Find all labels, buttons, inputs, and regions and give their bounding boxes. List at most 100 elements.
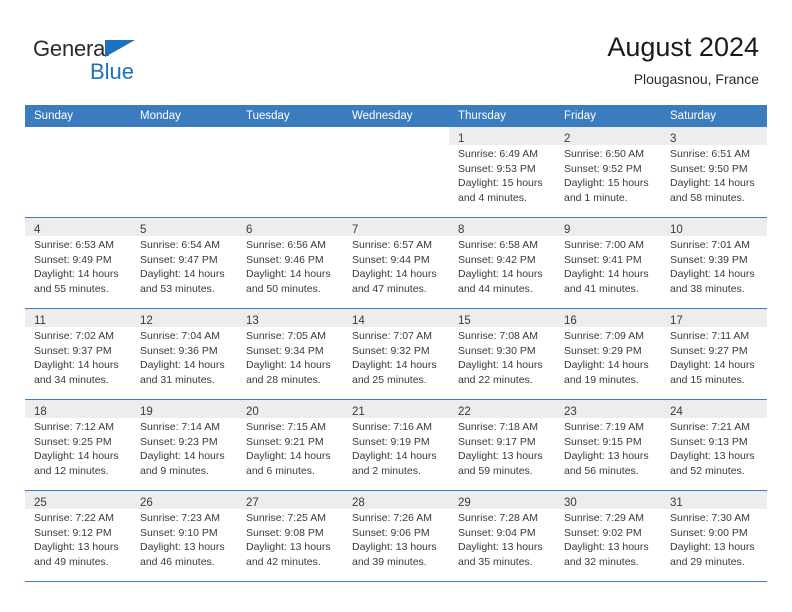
- calendar-day-cell[interactable]: 17 Sunrise: 7:11 AM Sunset: 9:27 PM Dayligh…: [661, 308, 767, 400]
- weekday-header-sunday: Sunday: [25, 105, 131, 127]
- calendar-day-cell[interactable]: 18 Sunrise: 7:12 AM Sunset: 9:25 PM Dayligh…: [25, 399, 131, 491]
- calendar-day-cell[interactable]: 20 Sunrise: 7:15 AM Sunset: 9:21 PM Dayligh…: [237, 399, 343, 491]
- day-number: 1: [458, 133, 465, 145]
- calendar-day-cell[interactable]: 31 Sunrise: 7:30 AM Sunset: 9:00 PM Dayligh…: [661, 490, 767, 582]
- day-number: 28: [352, 497, 365, 509]
- daylight-text-line2: and 25 minutes.: [352, 373, 427, 386]
- day-number-bar: 3: [661, 127, 767, 145]
- calendar-day-cell[interactable]: 24 Sunrise: 7:21 AM Sunset: 9:13 PM Dayligh…: [661, 399, 767, 491]
- daylight-text-line2: and 4 minutes.: [458, 191, 527, 204]
- sunset-text: Sunset: 9:25 PM: [34, 435, 112, 448]
- day-number: 4: [34, 224, 41, 236]
- calendar-day-cell[interactable]: 11 Sunrise: 7:02 AM Sunset: 9:37 PM Dayligh…: [25, 308, 131, 400]
- sunset-text: Sunset: 9:04 PM: [458, 526, 536, 539]
- day-number: 8: [458, 224, 465, 236]
- daylight-text-line2: and 52 minutes.: [670, 464, 745, 477]
- calendar-day-cell[interactable]: 26 Sunrise: 7:23 AM Sunset: 9:10 PM Dayligh…: [131, 490, 237, 582]
- day-number-bar: 21: [343, 400, 449, 418]
- day-number-bar: 9: [555, 218, 661, 236]
- daylight-text-line1: Daylight: 13 hours: [34, 541, 119, 553]
- calendar-cell-empty: [237, 127, 343, 218]
- calendar-day-cell[interactable]: 6 Sunrise: 6:56 AM Sunset: 9:46 PM Daylight…: [237, 217, 343, 309]
- calendar-day-cell[interactable]: 29 Sunrise: 7:28 AM Sunset: 9:04 PM Dayligh…: [449, 490, 555, 582]
- calendar-day-cell[interactable]: 15 Sunrise: 7:08 AM Sunset: 9:30 PM Dayligh…: [449, 308, 555, 400]
- daylight-text-line2: and 31 minutes.: [140, 373, 215, 386]
- day-number-bar: 26: [131, 491, 237, 509]
- calendar-day-cell[interactable]: 23 Sunrise: 7:19 AM Sunset: 9:15 PM Dayligh…: [555, 399, 661, 491]
- sunrise-text: Sunrise: 7:00 AM: [564, 239, 644, 251]
- day-number-bar: 25: [25, 491, 131, 509]
- sunset-text: Sunset: 9:34 PM: [246, 344, 324, 357]
- calendar-day-cell[interactable]: 12 Sunrise: 7:04 AM Sunset: 9:36 PM Dayligh…: [131, 308, 237, 400]
- calendar-cell-inner: 19 Sunrise: 7:14 AM Sunset: 9:23 PM Dayligh…: [131, 400, 237, 490]
- sunset-text: Sunset: 9:23 PM: [140, 435, 218, 448]
- day-number-bar: 22: [449, 400, 555, 418]
- calendar-day-cell[interactable]: 4 Sunrise: 6:53 AM Sunset: 9:49 PM Daylight…: [25, 217, 131, 309]
- weekday-header-saturday: Saturday: [661, 105, 767, 127]
- daylight-text-line1: Daylight: 13 hours: [564, 541, 649, 553]
- daylight-text-line2: and 15 minutes.: [670, 373, 745, 386]
- sunrise-text: Sunrise: 6:49 AM: [458, 148, 538, 160]
- calendar-cell-inner: 20 Sunrise: 7:15 AM Sunset: 9:21 PM Dayligh…: [237, 400, 343, 490]
- day-detail-lines: Sunrise: 6:54 AM Sunset: 9:47 PM Daylight:…: [131, 236, 237, 296]
- sunset-text: Sunset: 9:19 PM: [352, 435, 430, 448]
- daylight-text-line2: and 46 minutes.: [140, 555, 215, 568]
- calendar-day-cell[interactable]: 27 Sunrise: 7:25 AM Sunset: 9:08 PM Dayligh…: [237, 490, 343, 582]
- calendar-day-cell[interactable]: 13 Sunrise: 7:05 AM Sunset: 9:34 PM Dayligh…: [237, 308, 343, 400]
- daylight-text-line1: Daylight: 14 hours: [352, 268, 437, 280]
- day-detail-lines: Sunrise: 7:11 AM Sunset: 9:27 PM Daylight:…: [661, 327, 767, 387]
- sunset-text: Sunset: 9:46 PM: [246, 253, 324, 266]
- calendar-day-cell[interactable]: 14 Sunrise: 7:07 AM Sunset: 9:32 PM Dayligh…: [343, 308, 449, 400]
- brand-logo[interactable]: General Blue: [33, 36, 283, 86]
- daylight-text-line1: Daylight: 13 hours: [352, 541, 437, 553]
- calendar-day-cell[interactable]: 28 Sunrise: 7:26 AM Sunset: 9:06 PM Dayligh…: [343, 490, 449, 582]
- day-number-bar: 14: [343, 309, 449, 327]
- sunrise-text: Sunrise: 6:58 AM: [458, 239, 538, 251]
- daylight-text-line1: Daylight: 14 hours: [670, 177, 755, 189]
- daylight-text-line1: Daylight: 13 hours: [670, 541, 755, 553]
- sunset-text: Sunset: 9:42 PM: [458, 253, 536, 266]
- calendar-cell-inner: 5 Sunrise: 6:54 AM Sunset: 9:47 PM Daylight…: [131, 218, 237, 308]
- day-detail-lines: Sunrise: 7:25 AM Sunset: 9:08 PM Daylight:…: [237, 509, 343, 569]
- daylight-text-line1: Daylight: 14 hours: [34, 450, 119, 462]
- day-detail-lines: Sunrise: 6:58 AM Sunset: 9:42 PM Daylight:…: [449, 236, 555, 296]
- calendar-day-cell[interactable]: 16 Sunrise: 7:09 AM Sunset: 9:29 PM Dayligh…: [555, 308, 661, 400]
- calendar-day-cell[interactable]: 2 Sunrise: 6:50 AM Sunset: 9:52 PM Daylight…: [555, 127, 661, 218]
- sunset-text: Sunset: 9:29 PM: [564, 344, 642, 357]
- calendar-day-cell[interactable]: 22 Sunrise: 7:18 AM Sunset: 9:17 PM Dayligh…: [449, 399, 555, 491]
- calendar-week-row: 1 Sunrise: 6:49 AM Sunset: 9:53 PM Daylight…: [25, 127, 767, 218]
- calendar-day-cell[interactable]: 19 Sunrise: 7:14 AM Sunset: 9:23 PM Dayligh…: [131, 399, 237, 491]
- sunset-text: Sunset: 9:15 PM: [564, 435, 642, 448]
- calendar-cell-inner: [343, 127, 449, 217]
- calendar-day-cell[interactable]: 9 Sunrise: 7:00 AM Sunset: 9:41 PM Daylight…: [555, 217, 661, 309]
- calendar-day-cell[interactable]: 5 Sunrise: 6:54 AM Sunset: 9:47 PM Daylight…: [131, 217, 237, 309]
- calendar-day-cell[interactable]: 8 Sunrise: 6:58 AM Sunset: 9:42 PM Daylight…: [449, 217, 555, 309]
- calendar-cell-inner: 9 Sunrise: 7:00 AM Sunset: 9:41 PM Daylight…: [555, 218, 661, 308]
- calendar-day-cell[interactable]: 10 Sunrise: 7:01 AM Sunset: 9:39 PM Dayligh…: [661, 217, 767, 309]
- sunrise-text: Sunrise: 7:02 AM: [34, 330, 114, 342]
- day-detail-lines: Sunrise: 7:01 AM Sunset: 9:39 PM Daylight:…: [661, 236, 767, 296]
- daylight-text-line1: Daylight: 14 hours: [352, 359, 437, 371]
- calendar-day-cell[interactable]: 1 Sunrise: 6:49 AM Sunset: 9:53 PM Daylight…: [449, 127, 555, 218]
- calendar-cell-inner: 12 Sunrise: 7:04 AM Sunset: 9:36 PM Dayligh…: [131, 309, 237, 399]
- calendar-day-cell[interactable]: 21 Sunrise: 7:16 AM Sunset: 9:19 PM Dayligh…: [343, 399, 449, 491]
- calendar-cell-inner: [131, 127, 237, 217]
- day-detail-lines: Sunrise: 7:30 AM Sunset: 9:00 PM Daylight:…: [661, 509, 767, 569]
- daylight-text-line2: and 9 minutes.: [140, 464, 209, 477]
- calendar-day-cell[interactable]: 7 Sunrise: 6:57 AM Sunset: 9:44 PM Daylight…: [343, 217, 449, 309]
- day-detail-lines: Sunrise: 7:00 AM Sunset: 9:41 PM Daylight:…: [555, 236, 661, 296]
- sunrise-text: Sunrise: 7:11 AM: [670, 330, 750, 342]
- calendar-day-cell[interactable]: 3 Sunrise: 6:51 AM Sunset: 9:50 PM Daylight…: [661, 127, 767, 218]
- day-number: 14: [352, 315, 365, 327]
- day-number: 13: [246, 315, 259, 327]
- sunrise-text: Sunrise: 7:28 AM: [458, 512, 538, 524]
- weekday-header-thursday: Thursday: [449, 105, 555, 127]
- calendar-day-cell[interactable]: 30 Sunrise: 7:29 AM Sunset: 9:02 PM Dayligh…: [555, 490, 661, 582]
- daylight-text-line1: Daylight: 14 hours: [246, 268, 331, 280]
- sunrise-text: Sunrise: 7:29 AM: [564, 512, 644, 524]
- daylight-text-line2: and 1 minute.: [564, 191, 628, 204]
- day-number: 24: [670, 406, 683, 418]
- calendar-day-cell[interactable]: 25 Sunrise: 7:22 AM Sunset: 9:12 PM Dayligh…: [25, 490, 131, 582]
- day-number-bar: 5: [131, 218, 237, 236]
- day-detail-lines: Sunrise: 6:53 AM Sunset: 9:49 PM Daylight:…: [25, 236, 131, 296]
